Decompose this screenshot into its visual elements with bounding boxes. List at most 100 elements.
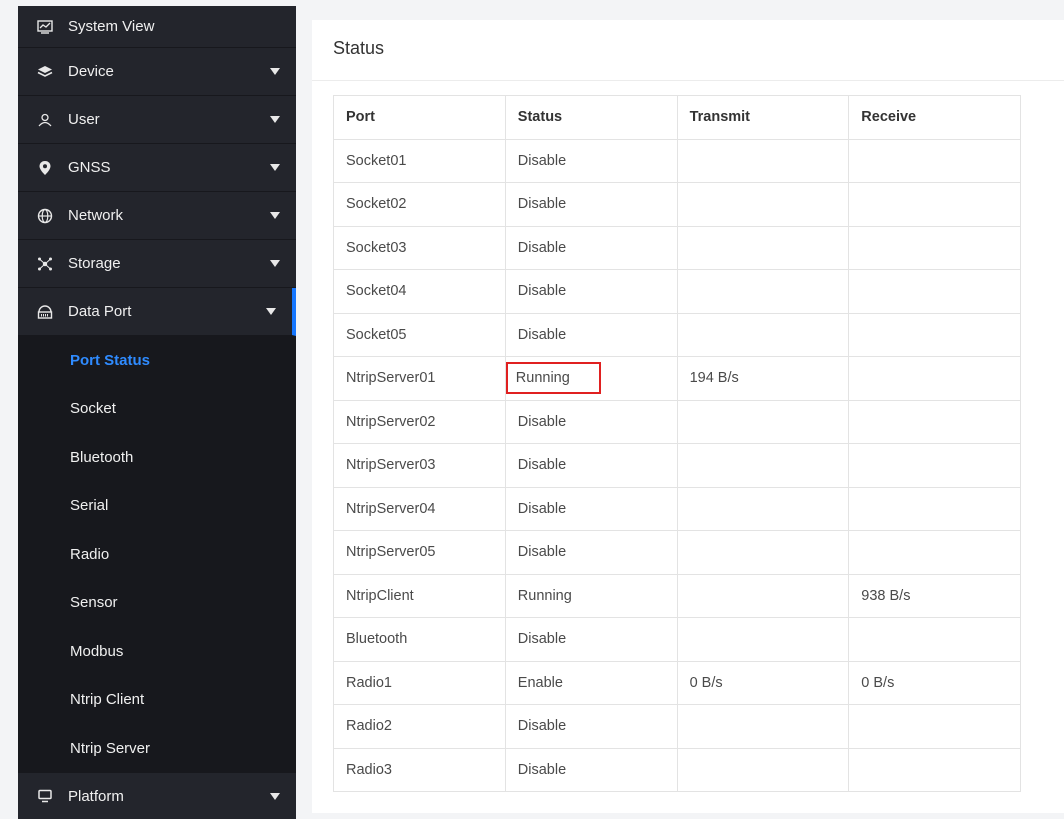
port-cell: NtripServer03 [333,443,506,488]
transmit-cell: 0 B/s [676,660,850,705]
receive-cell [848,399,1021,444]
transmit-cell: 194 B/s [676,356,850,401]
table-row: NtripServer05 Disable [333,530,1021,575]
status-cell: Disable [504,138,678,183]
receive-cell: 0 B/s [848,660,1021,705]
table-row: Socket01 Disable [333,138,1021,183]
storage-nodes-icon [34,255,56,273]
transmit-cell [676,182,850,227]
receive-cell [848,530,1021,575]
status-cell: Disable [504,225,678,270]
transmit-cell [676,399,850,444]
table-row: Radio1 Enable 0 B/s 0 B/s [333,660,1021,705]
table-row: NtripServer03 Disable [333,443,1021,488]
transmit-cell [676,225,850,270]
submenu-item-port-status[interactable]: Port Status [18,336,296,385]
sidebar-item-label: Device [68,63,114,80]
user-icon [34,111,56,129]
port-cell: Socket03 [333,225,506,270]
sidebar-item-label: GNSS [68,159,111,176]
status-cell: Disable [504,443,678,488]
status-card: Status Port Status Transmit Receive Sock… [312,20,1064,813]
transmit-cell [676,573,850,618]
chevron-down-icon [270,164,280,171]
transmit-cell [676,617,850,662]
title-divider [312,80,1064,81]
sidebar-item-network[interactable]: Network [18,192,296,240]
submenu-item-radio[interactable]: Radio [18,530,296,579]
port-cell: Socket01 [333,138,506,183]
sidebar-item-label: User [68,111,100,128]
status-cell: Enable [504,660,678,705]
column-header-transmit: Transmit [676,95,850,140]
status-cell: Disable [504,182,678,227]
submenu-item-bluetooth[interactable]: Bluetooth [18,433,296,482]
submenu-item-sensor[interactable]: Sensor [18,579,296,628]
chevron-down-icon [266,308,276,315]
sidebar-item-label: Storage [68,255,121,272]
sidebar-item-system-view[interactable]: System View [18,6,296,48]
receive-cell [848,182,1021,227]
sidebar-item-gnss[interactable]: GNSS [18,144,296,192]
status-cell: Disable [504,530,678,575]
receive-cell [848,312,1021,357]
receive-cell [848,269,1021,314]
receive-cell [848,138,1021,183]
table-row: Socket02 Disable [333,182,1021,227]
transmit-cell [676,747,850,792]
chart-monitor-icon [34,18,56,36]
sidebar-item-user[interactable]: User [18,96,296,144]
receive-cell [848,356,1021,401]
page-title: Status [333,38,385,58]
table-row: Socket04 Disable [333,269,1021,314]
submenu-item-modbus[interactable]: Modbus [18,627,296,676]
receive-cell [848,443,1021,488]
transmit-cell [676,443,850,488]
chevron-down-icon [270,260,280,267]
receive-cell [848,486,1021,531]
highlighted-status: Running [505,362,601,395]
sidebar-item-data-port[interactable]: Data Port [18,288,296,336]
receive-cell: 938 B/s [848,573,1021,618]
port-cell: Socket04 [333,269,506,314]
status-cell: Running [504,573,678,618]
chevron-down-icon [270,116,280,123]
table-row: Bluetooth Disable [333,617,1021,662]
sidebar-item-label: Network [68,207,124,224]
table-row: Socket05 Disable [333,312,1021,357]
submenu-item-serial[interactable]: Serial [18,482,296,531]
receive-cell [848,617,1021,662]
chevron-down-icon [270,792,280,800]
chevron-down-icon [270,68,280,75]
sidebar-item-platform[interactable]: Platform [18,773,296,819]
data-port-submenu: Port Status Socket Bluetooth Serial Radi… [18,336,296,773]
table-row: NtripServer02 Disable [333,399,1021,444]
table-row: Radio2 Disable [333,704,1021,749]
status-cell: Disable [504,617,678,662]
status-cell: Running [504,356,678,401]
column-header-port: Port [333,95,506,140]
table-row: Socket03 Disable [333,225,1021,270]
sidebar-item-label: System View [68,18,155,35]
location-pin-icon [34,159,56,177]
sidebar: System View Device User GNSS Network Sto… [18,6,296,819]
column-header-status: Status [504,95,678,140]
submenu-item-socket[interactable]: Socket [18,385,296,434]
column-header-receive: Receive [848,95,1021,140]
port-cell: NtripServer04 [333,486,506,531]
globe-icon [34,207,56,225]
transmit-cell [676,704,850,749]
submenu-item-ntrip-client[interactable]: Ntrip Client [18,676,296,725]
monitor-icon [34,787,56,805]
receive-cell [848,704,1021,749]
sidebar-item-device[interactable]: Device [18,48,296,96]
status-cell: Disable [504,399,678,444]
table-header-row: Port Status Transmit Receive [333,95,1021,140]
port-cell: NtripClient [333,573,506,618]
transmit-cell [676,312,850,357]
port-cell: NtripServer05 [333,530,506,575]
sidebar-item-storage[interactable]: Storage [18,240,296,288]
receive-cell [848,747,1021,792]
submenu-item-ntrip-server[interactable]: Ntrip Server [18,724,296,773]
port-cell: NtripServer02 [333,399,506,444]
